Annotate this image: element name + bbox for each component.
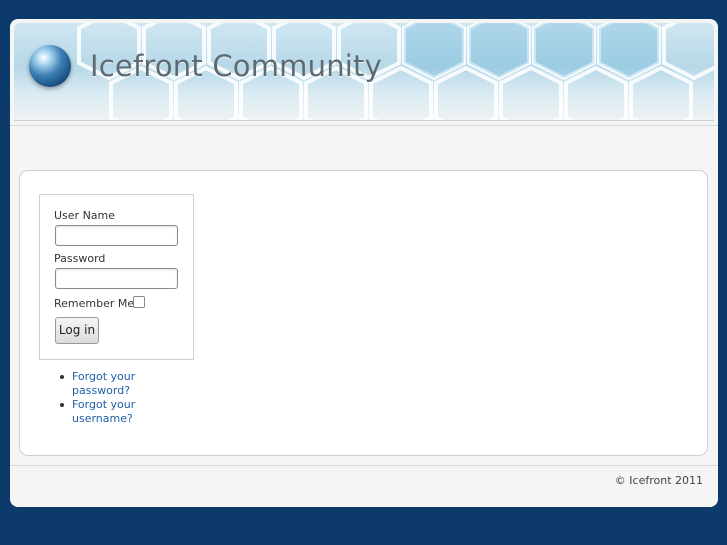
remember-me-label: Remember Me: [54, 297, 135, 310]
forgot-username-link[interactable]: Forgot your username?: [72, 398, 162, 426]
help-links: Forgot your password? Forgot your userna…: [60, 370, 162, 426]
page-window: Icefront Community User Name Password Re…: [10, 19, 718, 507]
login-form: User Name Password Remember Me Log in: [39, 194, 194, 360]
main-content: User Name Password Remember Me Log in Fo…: [19, 170, 708, 456]
username-input[interactable]: [55, 225, 178, 246]
footer-divider: [10, 465, 718, 466]
username-label: User Name: [54, 209, 116, 222]
list-item: Forgot your username?: [60, 398, 162, 426]
list-item: Forgot your password?: [60, 370, 162, 398]
site-header: Icefront Community: [14, 23, 714, 121]
footer-copyright: © Icefront 2011: [614, 474, 703, 487]
globe-icon: [29, 45, 71, 87]
remember-me-checkbox[interactable]: [133, 296, 145, 308]
forgot-password-link[interactable]: Forgot your password?: [72, 370, 162, 398]
login-button[interactable]: Log in: [55, 317, 99, 344]
password-label: Password: [54, 252, 106, 265]
header-divider: [10, 125, 718, 126]
bullet-icon: [60, 375, 64, 379]
password-input[interactable]: [55, 268, 178, 289]
site-title: Icefront Community: [90, 49, 382, 83]
bullet-icon: [60, 403, 64, 407]
